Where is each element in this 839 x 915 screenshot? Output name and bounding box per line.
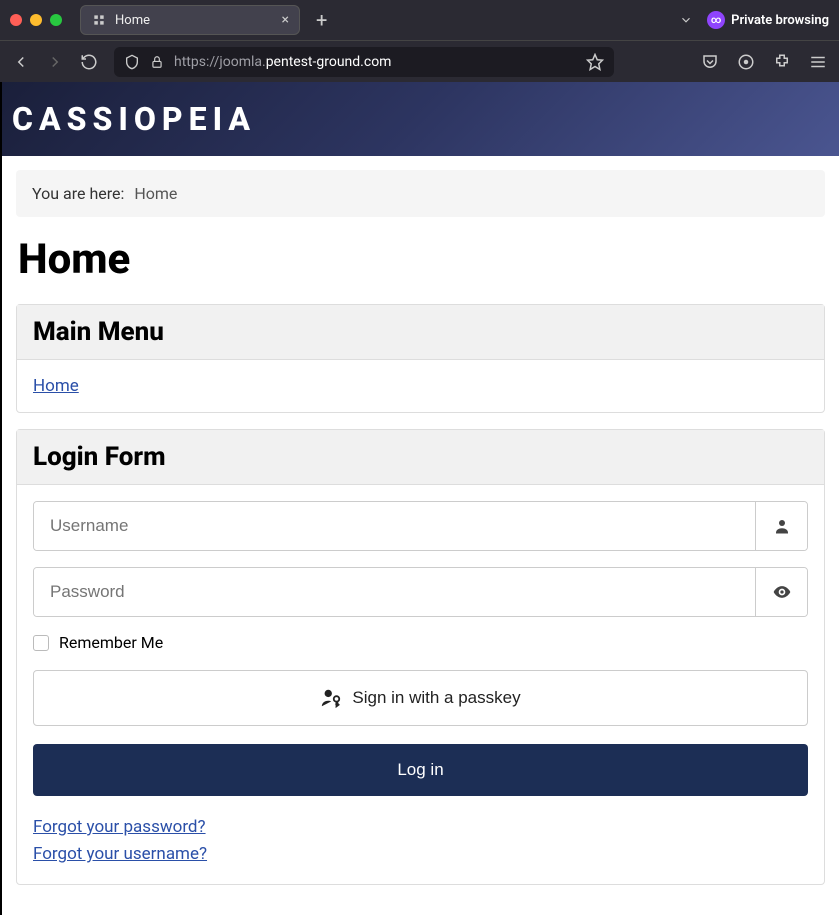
login-form-heading: Login Form	[17, 430, 824, 485]
site-header: CASSIOPEIA	[2, 82, 839, 156]
tab-list-button[interactable]	[679, 13, 693, 27]
page-content: CASSIOPEIA You are here: Home Home Main …	[0, 82, 839, 915]
menu-button[interactable]	[809, 53, 827, 71]
reload-button[interactable]	[80, 53, 98, 71]
toggle-password-visibility-button[interactable]	[755, 568, 807, 616]
url-text: https://joomla.pentest-ground.com	[174, 54, 391, 70]
joomla-icon	[91, 12, 107, 28]
forgot-username-link[interactable]: Forgot your username?	[33, 841, 808, 868]
login-help-links: Forgot your password? Forgot your userna…	[33, 814, 808, 868]
mask-icon: ∞	[707, 11, 725, 29]
forgot-password-link[interactable]: Forgot your password?	[33, 814, 808, 841]
menu-link-home[interactable]: Home	[33, 376, 79, 396]
login-label: Log in	[397, 760, 443, 780]
shield-icon[interactable]	[124, 54, 140, 70]
tab-strip: Home × + ∞ Private browsing	[0, 0, 839, 40]
tab-title: Home	[115, 13, 274, 28]
browser-tab[interactable]: Home ×	[80, 5, 300, 35]
remember-me-row[interactable]: Remember Me	[33, 633, 808, 652]
page-title: Home	[18, 235, 823, 284]
main-menu-heading: Main Menu	[17, 305, 824, 360]
login-form-module: Login Form Remember Me	[16, 429, 825, 885]
breadcrumb-label: You are here:	[32, 184, 124, 203]
breadcrumb-current: Home	[134, 184, 177, 203]
minimize-window-button[interactable]	[30, 14, 42, 26]
user-icon	[755, 502, 807, 550]
password-group	[33, 567, 808, 617]
url-bar[interactable]: https://joomla.pentest-ground.com	[114, 47, 614, 77]
password-input[interactable]	[34, 568, 755, 616]
username-input[interactable]	[34, 502, 755, 550]
window-controls	[10, 14, 62, 26]
pocket-button[interactable]	[701, 53, 719, 71]
account-button[interactable]	[737, 53, 755, 71]
private-browsing-indicator: ∞ Private browsing	[707, 11, 829, 29]
site-logo: CASSIOPEIA	[12, 100, 829, 138]
passkey-signin-button[interactable]: Sign in with a passkey	[33, 670, 808, 726]
forward-button[interactable]	[46, 53, 64, 71]
username-group	[33, 501, 808, 551]
passkey-label: Sign in with a passkey	[352, 688, 520, 708]
main-menu-module: Main Menu Home	[16, 304, 825, 413]
lock-icon[interactable]	[150, 55, 164, 69]
bookmark-star-button[interactable]	[586, 53, 604, 71]
browser-toolbar: https://joomla.pentest-ground.com	[0, 40, 839, 82]
close-tab-button[interactable]: ×	[282, 12, 289, 28]
remember-me-checkbox[interactable]	[33, 635, 49, 651]
back-button[interactable]	[12, 53, 30, 71]
new-tab-button[interactable]: +	[308, 4, 335, 36]
login-button[interactable]: Log in	[33, 744, 808, 796]
browser-chrome: Home × + ∞ Private browsing	[0, 0, 839, 82]
close-window-button[interactable]	[10, 14, 22, 26]
private-label: Private browsing	[731, 13, 829, 28]
passkey-icon	[320, 687, 342, 709]
extensions-button[interactable]	[773, 53, 791, 71]
maximize-window-button[interactable]	[50, 14, 62, 26]
remember-me-label: Remember Me	[59, 633, 163, 652]
breadcrumb: You are here: Home	[16, 170, 825, 217]
